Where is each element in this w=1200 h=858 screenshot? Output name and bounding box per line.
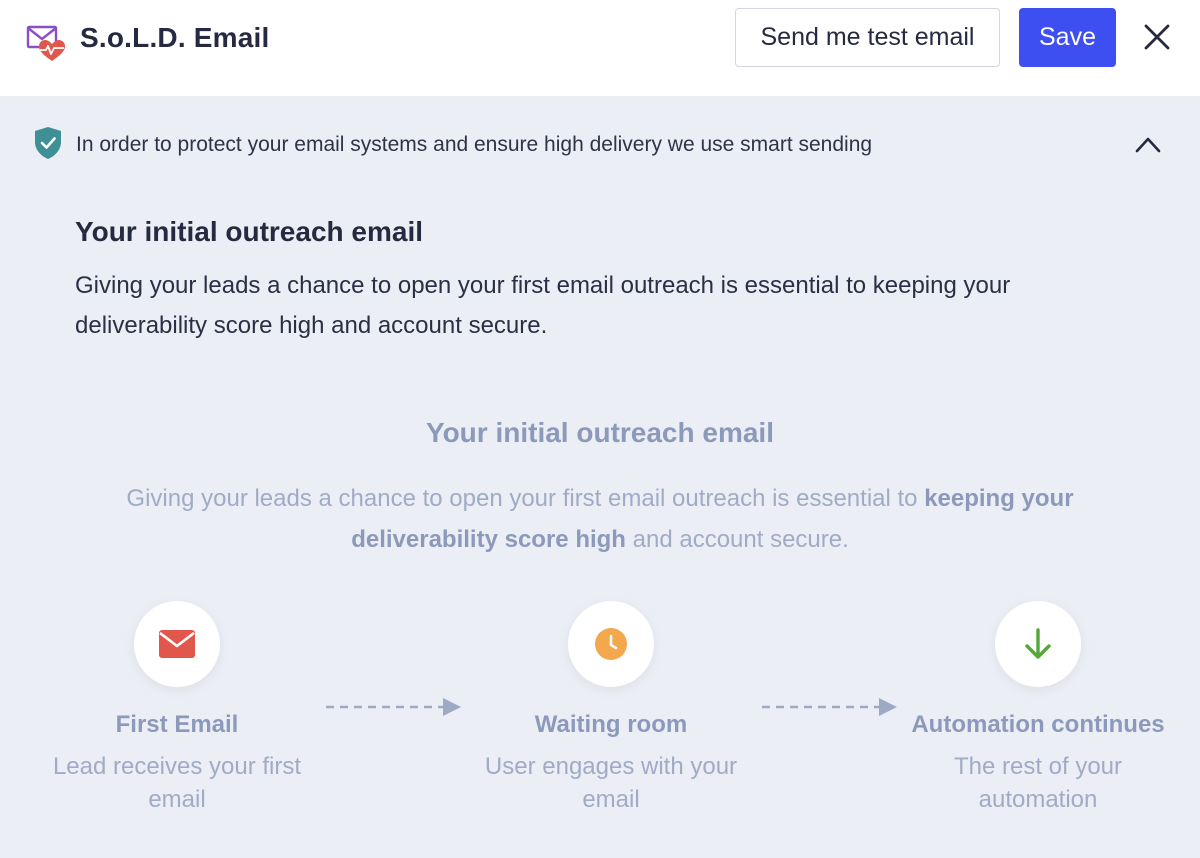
illustration-desc-start: Giving your leads a chance to open your … — [126, 485, 925, 512]
clock-icon — [595, 628, 627, 660]
step-description: User engages with your email — [484, 753, 738, 813]
step-name: Waiting room — [534, 711, 688, 738]
step-waiting-room-badge — [568, 601, 654, 687]
notice-text: In order to protect your email systems a… — [76, 133, 873, 156]
header-bar: S.o.L.D. Email Send me test email Save — [0, 0, 1200, 96]
close-icon[interactable] — [1140, 20, 1174, 54]
chevron-up-icon[interactable] — [1133, 132, 1163, 156]
section-title: Your initial outreach email — [75, 216, 424, 247]
step-name: Automation continues — [911, 711, 1165, 738]
send-test-email-button[interactable]: Send me test email — [735, 8, 1000, 67]
dashed-arrow-icon — [326, 698, 461, 716]
step-first-email-badge — [134, 601, 220, 687]
illustration-desc-end: and account secure. — [625, 526, 849, 553]
app-title: S.o.L.D. Email — [80, 22, 270, 53]
email-heart-logo-icon — [26, 25, 65, 61]
arrow-down-icon — [1025, 628, 1051, 659]
dashed-arrow-icon — [762, 698, 897, 716]
section-description: Giving your leads a chance to open your … — [75, 272, 1011, 339]
shield-check-icon — [35, 127, 61, 159]
step-name: First Email — [115, 711, 239, 738]
envelope-icon — [159, 630, 195, 658]
step-description: Lead receives your first email — [52, 753, 302, 813]
save-button[interactable]: Save — [1019, 8, 1116, 67]
illustration-title: Your initial outreach email — [425, 417, 774, 448]
step-description: The rest of your automation — [953, 753, 1123, 813]
illustration-description: Giving your leads a chance to open your … — [70, 478, 1130, 560]
smart-sending-notice: In order to protect your email systems a… — [0, 112, 1200, 176]
step-automation-badge — [995, 601, 1081, 687]
